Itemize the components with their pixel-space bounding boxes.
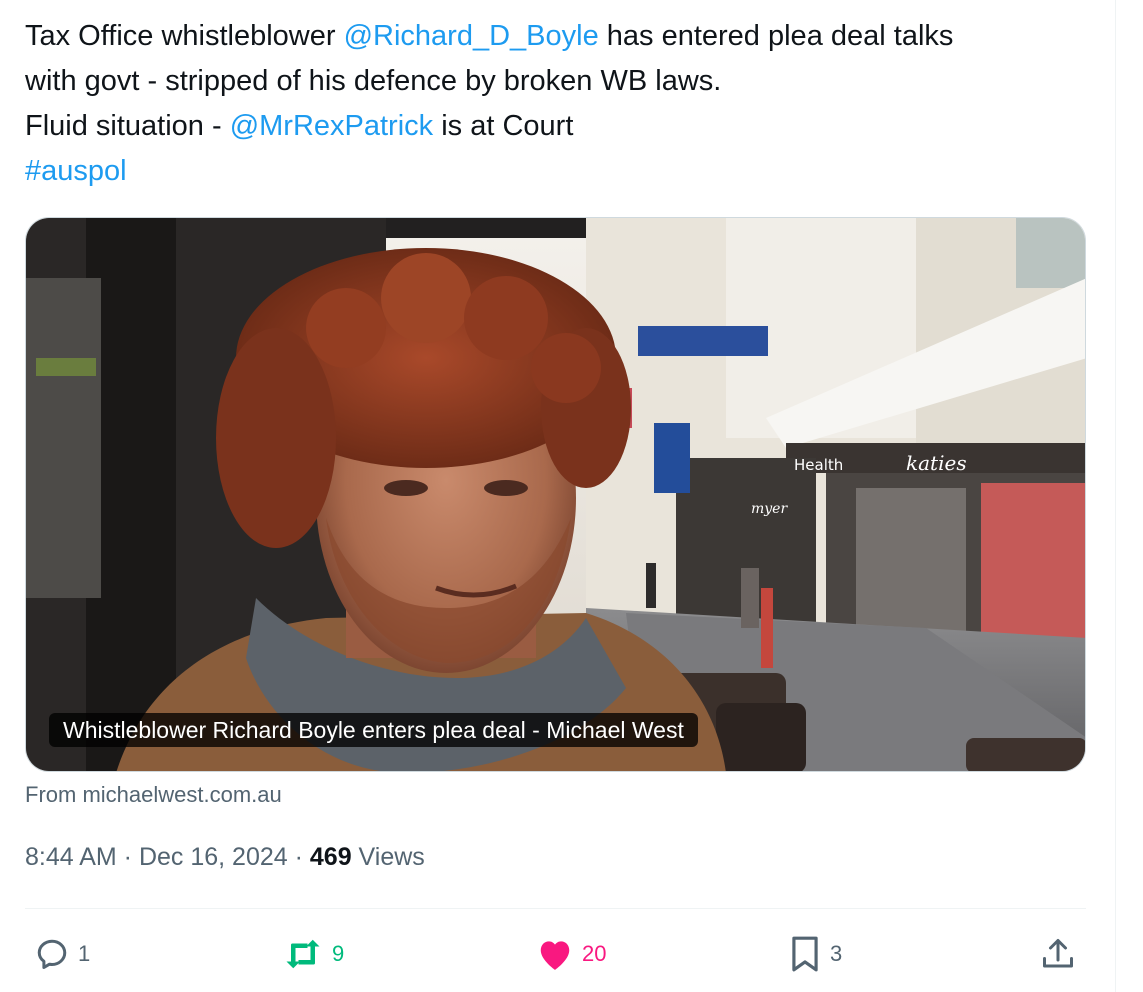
card-image: Health katies myer [26,218,1085,771]
tweet-line-2: with govt - stripped of his defence by b… [25,65,722,97]
tweet-date[interactable]: Dec 16, 2024 [139,843,288,871]
retweet-icon [282,936,324,972]
mention-mrrexpatrick[interactable]: @MrRexPatrick [230,110,433,142]
tweet-line-1: Tax Office whistleblower @Richard_D_Boyl… [25,14,1085,59]
share-icon [1040,935,1076,973]
column-border [1115,0,1116,992]
views-count: 469 [309,843,352,871]
sign-health: Health [794,456,843,474]
bookmark-count: 3 [830,941,843,966]
bookmark-icon [788,935,822,973]
heart-icon [536,936,574,972]
meta-separator: · [287,843,310,871]
tweet-text: Tax Office whistleblower @Richard_D_Boyl… [25,14,1085,194]
reply-count: 1 [78,941,91,966]
share-button[interactable] [1040,934,1076,974]
tweet-text-segment: Tax Office whistleblower [25,20,344,52]
actions-divider [25,908,1086,909]
reply-button[interactable]: 1 [34,934,90,974]
tweet-time[interactable]: 8:44 AM [25,843,117,871]
sign-myer: myer [751,501,788,517]
card-caption: Whistleblower Richard Boyle enters plea … [49,713,698,747]
hashtag-auspol[interactable]: #auspol [25,155,127,187]
meta-separator: · [116,843,139,871]
mention-richard-d-boyle[interactable]: @Richard_D_Boyle [344,20,599,52]
bookmark-button[interactable]: 3 [788,934,842,974]
tweet-text-segment: is at Court [433,110,574,142]
views-label: Views [351,843,425,871]
tweet-text-segment: Fluid situation - [25,110,230,142]
like-button[interactable]: 20 [536,934,606,974]
card-source[interactable]: From michaelwest.com.au [25,782,282,808]
retweet-count: 9 [332,941,345,966]
tweet-line-3: Fluid situation - @MrRexPatrick is at Co… [25,104,1085,149]
tweet-line-4: #auspol [25,149,1085,194]
retweet-button[interactable]: 9 [282,934,344,974]
like-count: 20 [582,941,607,966]
reply-icon [34,936,70,972]
tweet-text-segment: has entered plea deal talks [598,20,954,52]
link-card[interactable]: Health katies myer Whistleblower Richard… [25,217,1086,772]
tweet-meta: 8:44 AM · Dec 16, 2024 · 469 Views [25,843,425,872]
sign-katies: katies [906,451,967,475]
